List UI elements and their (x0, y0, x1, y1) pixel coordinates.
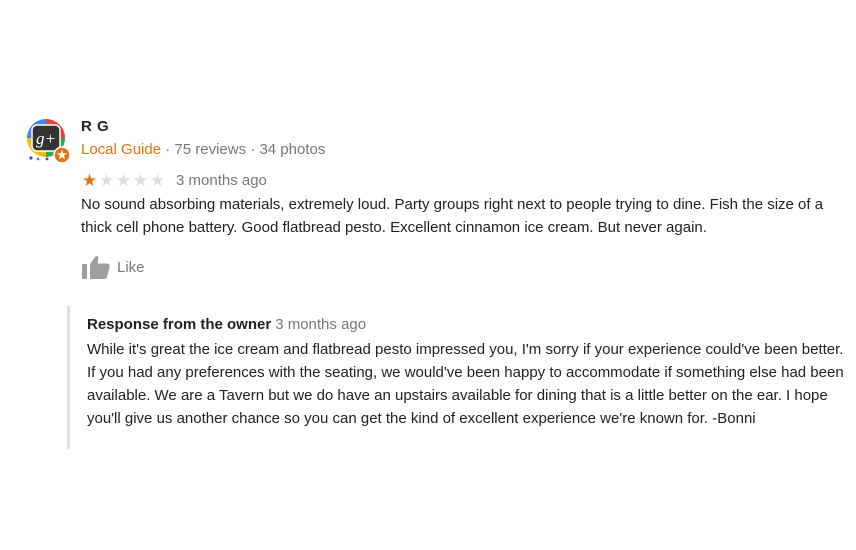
rating-row: ★ ★ ★ ★ ★ 3 months ago (81, 170, 267, 190)
meta-separator-2: · (246, 141, 260, 158)
reviewer-meta: Local Guide · 75 reviews · 34 photos (81, 141, 325, 158)
like-button[interactable]: Like (81, 254, 145, 280)
meta-separator-1: · (161, 141, 175, 158)
star-filled-icon: ★ (81, 170, 98, 190)
reviewer-avatar[interactable]: g+ (26, 118, 74, 166)
star-empty-icon: ★ (132, 170, 149, 190)
star-empty-icon: ★ (115, 170, 132, 190)
local-guide-badge[interactable]: Local Guide (81, 141, 161, 158)
review-date: 3 months ago (176, 171, 267, 189)
response-header: Response from the owner 3 months ago (87, 316, 366, 333)
response-text: While it's great the ice cream and flatb… (87, 341, 844, 427)
reviewer-name[interactable]: R G (81, 118, 109, 135)
star-empty-icon: ★ (98, 170, 115, 190)
star-empty-icon: ★ (149, 170, 166, 190)
star-rating: ★ ★ ★ ★ ★ (81, 172, 166, 189)
owner-response: Response from the owner 3 months ago Whil… (67, 306, 850, 449)
like-label: Like (117, 258, 145, 276)
photos-count: 34 photos (259, 141, 326, 158)
reviews-count: 75 reviews (174, 141, 247, 158)
svg-text:g+: g+ (36, 129, 56, 148)
review-card: g+ R G Local Guide · 75 reviews · 34 pho… (0, 0, 856, 550)
response-title: Response from the owner (87, 316, 272, 333)
review-text: No sound absorbing materials, extremely … (81, 196, 824, 236)
thumbs-up-icon (82, 256, 110, 279)
response-date: 3 months ago (275, 316, 367, 333)
google-plus-local-guide-avatar-icon: g+ (27, 119, 71, 164)
